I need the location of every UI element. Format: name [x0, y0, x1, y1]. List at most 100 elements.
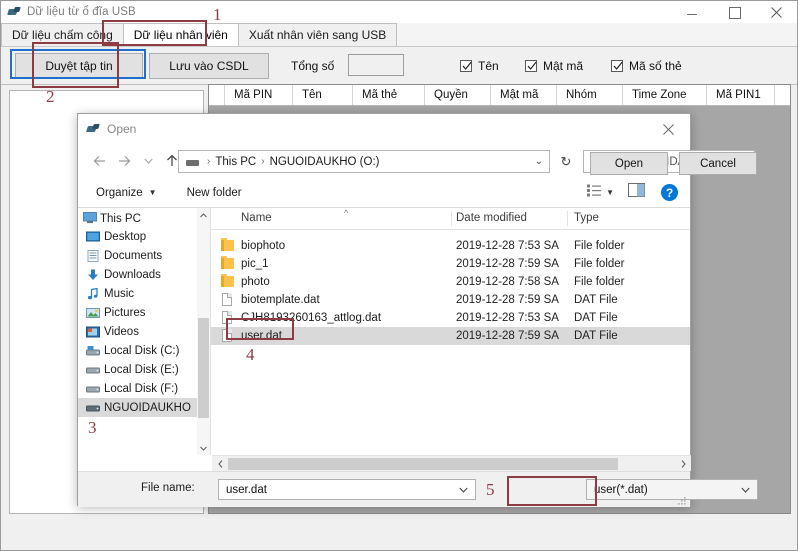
drive-icon: [186, 157, 200, 167]
navigation-pane[interactable]: This PC Desktop Documents: [78, 208, 211, 455]
file-name-value: user.dat: [226, 484, 267, 496]
file-type: File folder: [574, 258, 625, 270]
save-to-database-button[interactable]: Lưu vào CSDL: [149, 53, 269, 79]
grid-col-ten[interactable]: Tên: [293, 85, 353, 105]
tab-du-lieu-cham-cong[interactable]: Dữ liệu chấm công: [1, 23, 124, 46]
view-layout-icon[interactable]: [587, 184, 602, 202]
tab-label: Dữ liệu chấm công: [12, 28, 113, 42]
grid-col-nhom[interactable]: Nhóm: [557, 85, 623, 105]
scroll-left-icon[interactable]: [212, 456, 228, 472]
column-header-date-modified[interactable]: Date modified: [456, 212, 527, 224]
grid-header-row: Mã PIN Tên Mã thẻ Quyền Mật mã Nhóm Time…: [209, 85, 790, 106]
nav-item-documents[interactable]: Documents: [78, 246, 210, 265]
tab-du-lieu-nhan-vien[interactable]: Dữ liệu nhân viên: [123, 23, 239, 46]
nav-item-local-disk-e[interactable]: Local Disk (E:): [78, 360, 210, 379]
dialog-open-label: Open: [615, 158, 643, 170]
tab-xuat-nhan-vien-sang-usb[interactable]: Xuất nhân viên sang USB: [238, 23, 397, 46]
browse-file-button[interactable]: Duyệt tập tin: [15, 53, 143, 79]
pictures-icon: [86, 307, 100, 319]
nav-item-desktop[interactable]: Desktop: [78, 227, 210, 246]
nav-item-music[interactable]: Music: [78, 284, 210, 303]
file-row-photo[interactable]: photo 2019-12-28 7:58 SA File folder: [211, 273, 690, 291]
nav-item-pictures[interactable]: Pictures: [78, 303, 210, 322]
preview-pane-icon[interactable]: [628, 183, 645, 202]
scroll-thumb[interactable]: [228, 458, 618, 470]
dialog-close-icon[interactable]: [646, 114, 690, 144]
nav-pane-scroll-thumb[interactable]: [198, 318, 209, 418]
nav-label: Pictures: [104, 307, 146, 319]
refresh-glyph: ↻: [561, 154, 572, 170]
nav-item-local-disk-c[interactable]: Local Disk (C:): [78, 341, 210, 360]
file-row-biophoto[interactable]: biophoto 2019-12-28 7:53 SA File folder: [211, 237, 690, 255]
dialog-command-bar: Organize ▼ New folder ▼: [78, 178, 690, 208]
grid-col-quyen[interactable]: Quyền: [425, 85, 491, 105]
file-icon: [222, 293, 232, 306]
scroll-up-icon[interactable]: [197, 208, 210, 222]
resize-grip[interactable]: [677, 493, 687, 503]
grid-col-time-zone[interactable]: Time Zone: [623, 85, 707, 105]
file-row-biotemplate-dat[interactable]: biotemplate.dat 2019-12-28 7:59 SA DAT F…: [211, 291, 690, 309]
help-icon[interactable]: ?: [661, 184, 678, 201]
address-bar[interactable]: › This PC › NGUOIDAUKHO (O:) ⌄: [178, 150, 550, 173]
app-title: Dữ liệu từ ổ đĩa USB: [27, 6, 136, 18]
new-folder-label: New folder: [187, 187, 242, 199]
new-folder-button[interactable]: New folder: [178, 178, 251, 207]
nav-item-this-pc[interactable]: This PC: [78, 208, 210, 227]
dialog-open-button[interactable]: Open: [590, 152, 668, 175]
checkbox-ma-so-the[interactable]: Mã số thẻ: [611, 59, 682, 73]
tab-label: Dữ liệu nhân viên: [134, 28, 228, 42]
chevron-down-icon[interactable]: [741, 485, 750, 495]
refresh-icon[interactable]: ↻: [555, 150, 577, 173]
scroll-down-icon[interactable]: [197, 441, 210, 455]
nav-label: This PC: [100, 213, 141, 225]
recent-locations-icon[interactable]: [136, 149, 160, 173]
grid-col-ma-pin[interactable]: Mã PIN: [225, 85, 293, 105]
dialog-footer: File name: user.dat user(*.dat): [78, 471, 690, 507]
nav-item-downloads[interactable]: Downloads: [78, 265, 210, 284]
forward-icon[interactable]: [112, 149, 136, 173]
dialog-cancel-button[interactable]: Cancel: [679, 152, 757, 175]
grid-col-ma-pin1[interactable]: Mã PIN1: [707, 85, 775, 105]
desktop-icon: [86, 231, 100, 243]
breadcrumb-this-pc[interactable]: This PC: [215, 156, 256, 168]
file-row-pic-1[interactable]: pic_1 2019-12-28 7:59 SA File folder: [211, 255, 690, 273]
nav-item-videos[interactable]: Videos: [78, 322, 210, 341]
chevron-down-icon[interactable]: ⌄: [535, 156, 543, 167]
total-count-input[interactable]: [348, 54, 404, 76]
grid-col-ma-the[interactable]: Mã thẻ: [353, 85, 425, 105]
file-name-input[interactable]: user.dat: [218, 479, 476, 500]
grid-col-mat-ma[interactable]: Mật mã: [491, 85, 557, 105]
scroll-track[interactable]: [228, 456, 675, 472]
nav-pane-scrollbar[interactable]: [197, 208, 210, 455]
back-icon[interactable]: [88, 149, 112, 173]
file-name: photo: [241, 276, 270, 288]
minimize-icon[interactable]: [671, 1, 713, 23]
nav-label: Music: [104, 288, 134, 300]
column-header-type[interactable]: Type: [574, 212, 599, 224]
close-icon[interactable]: [755, 1, 797, 23]
maximize-icon[interactable]: [713, 1, 755, 23]
column-header-name[interactable]: Name: [241, 212, 272, 224]
breadcrumb-current-folder[interactable]: NGUOIDAUKHO (O:): [270, 156, 380, 168]
chevron-down-icon[interactable]: ▼: [606, 188, 614, 197]
file-list-pane[interactable]: Name ^ Date modified Type biophoto 2019-…: [211, 208, 690, 455]
file-row-user-dat[interactable]: user.dat 2019-12-28 7:59 SA DAT File: [211, 327, 690, 345]
file-type: File folder: [574, 240, 625, 252]
save-to-database-label: Lưu vào CSDL: [169, 59, 248, 73]
file-type: DAT File: [574, 294, 618, 306]
file-type-select[interactable]: user(*.dat): [586, 479, 758, 500]
file-date: 2019-12-28 7:59 SA: [456, 330, 559, 342]
monitor-icon: [83, 212, 97, 224]
header-divider[interactable]: [567, 211, 568, 226]
organize-button[interactable]: Organize ▼: [87, 178, 166, 207]
nav-item-local-disk-f[interactable]: Local Disk (F:): [78, 379, 210, 398]
file-list-horizontal-scrollbar[interactable]: [212, 455, 691, 471]
checkbox-mat-ma[interactable]: Mật mã: [525, 59, 583, 73]
header-divider[interactable]: [451, 211, 452, 226]
file-row-cjh8193260163-attlog-dat[interactable]: CJH8193260163_attlog.dat 2019-12-28 7:53…: [211, 309, 690, 327]
checkbox-ten[interactable]: Tên: [460, 59, 499, 73]
file-name: pic_1: [241, 258, 269, 270]
scroll-right-icon[interactable]: [675, 456, 691, 472]
nav-item-nguoidaukho[interactable]: NGUOIDAUKHO: [78, 398, 210, 417]
chevron-down-icon[interactable]: [459, 485, 468, 495]
